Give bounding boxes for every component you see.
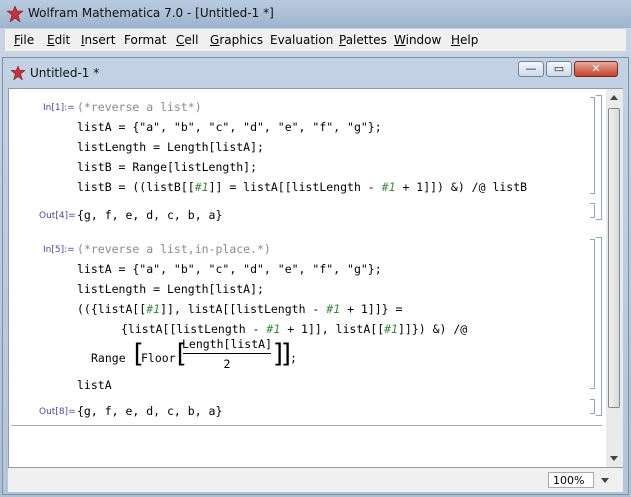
fraction-bar [183, 353, 271, 354]
close-button[interactable]: ✕ [574, 61, 618, 77]
fraction[interactable]: Length[listA] 2 [179, 337, 275, 373]
scroll-up-icon[interactable] [610, 95, 618, 100]
notebook-window: Untitled-1 * — ▭ ✕ In[1]:= (*reverse a l… [2, 57, 629, 495]
minimize-button[interactable]: — [518, 61, 544, 77]
input-label: In[5]:= [43, 245, 75, 255]
code-line[interactable]: (({listA[[#1]], listA[[listLength - #1 +… [77, 302, 402, 316]
menu-help[interactable]: Help [451, 33, 478, 47]
input-cell-bracket[interactable] [590, 239, 595, 389]
menu-format[interactable]: Format [124, 33, 166, 47]
code-line[interactable]: listB = ((listB[[#1]] = listA[[listLengt… [77, 180, 527, 194]
cell-insertion-line [11, 425, 602, 426]
code-comment[interactable]: (*reverse a list*) [77, 100, 202, 114]
menu-file[interactable]: File [14, 33, 34, 47]
code-line[interactable]: listLength = Length[listA]; [77, 282, 264, 296]
menu-insert[interactable]: Insert [81, 33, 115, 47]
range-function[interactable]: Range [91, 351, 126, 365]
cell-insertion-point[interactable] [9, 425, 606, 427]
code-line[interactable]: listA = {"a", "b", "c", "d", "e", "f", "… [77, 262, 382, 276]
status-bar: 100% [8, 468, 623, 492]
code-semicolon: ; [290, 351, 297, 365]
mathematica-star-icon [7, 6, 23, 22]
fraction-denominator: 2 [223, 357, 231, 371]
input-cell-bracket[interactable] [590, 97, 595, 194]
output-label: Out[8]= [39, 407, 76, 417]
menu-evaluation[interactable]: Evaluation [270, 33, 333, 47]
code-line[interactable]: listLength = Length[listA]; [77, 140, 264, 154]
menu-graphics[interactable]: Graphics [210, 33, 263, 47]
notebook-star-icon [11, 66, 25, 80]
chevron-down-icon[interactable] [601, 478, 609, 483]
code-comment[interactable]: (*reverse a list,in-place.*) [77, 242, 271, 256]
restore-icon: ▭ [553, 62, 565, 75]
output-cell-bracket[interactable] [590, 203, 595, 218]
app-title-bar: Wolfram Mathematica 7.0 - [Untitled-1 *] [0, 0, 631, 28]
group-cell-bracket[interactable] [596, 237, 602, 416]
code-line[interactable]: listA [77, 378, 112, 392]
notebook-title: Untitled-1 * [30, 66, 100, 80]
menu-cell[interactable]: Cell [176, 33, 198, 47]
restore-button[interactable]: ▭ [546, 61, 572, 77]
scroll-down-icon[interactable] [610, 456, 618, 461]
group-cell-bracket[interactable] [596, 95, 602, 220]
input-label: In[1]:= [43, 103, 75, 113]
app-title: Wolfram Mathematica 7.0 - [Untitled-1 *] [28, 6, 274, 20]
menu-edit[interactable]: Edit [47, 33, 70, 47]
code-line[interactable]: listA = {"a", "b", "c", "d", "e", "f", "… [77, 120, 382, 134]
code-line[interactable]: listB = Range[listLength]; [77, 160, 257, 174]
vertical-scrollbar[interactable] [606, 88, 623, 468]
close-icon: ✕ [591, 62, 601, 75]
menu-palettes[interactable]: Palettes [339, 33, 387, 47]
menu-window[interactable]: Window [394, 33, 441, 47]
output-value[interactable]: {g, f, e, d, c, b, a} [77, 404, 222, 418]
notebook-title-bar[interactable]: Untitled-1 * — ▭ ✕ [3, 58, 628, 87]
scroll-thumb[interactable] [608, 108, 620, 408]
menu-bar: File Edit Insert Format Cell Graphics Ev… [5, 29, 626, 52]
output-value[interactable]: {g, f, e, d, c, b, a} [77, 208, 222, 222]
notebook-content[interactable]: In[1]:= (*reverse a list*) listA = {"a",… [8, 88, 607, 468]
mathematica-window: Wolfram Mathematica 7.0 - [Untitled-1 *]… [0, 0, 631, 497]
code-line[interactable]: {listA[[listLength - #1 + 1]], listA[[#1… [121, 322, 467, 336]
output-label: Out[4]= [39, 211, 76, 221]
zoom-selector[interactable]: 100% [548, 472, 594, 488]
output-cell-bracket[interactable] [590, 399, 595, 414]
fraction-numerator: Length[listA] [181, 337, 272, 351]
floor-function[interactable]: Floor [141, 351, 176, 365]
minimize-icon: — [525, 62, 537, 75]
